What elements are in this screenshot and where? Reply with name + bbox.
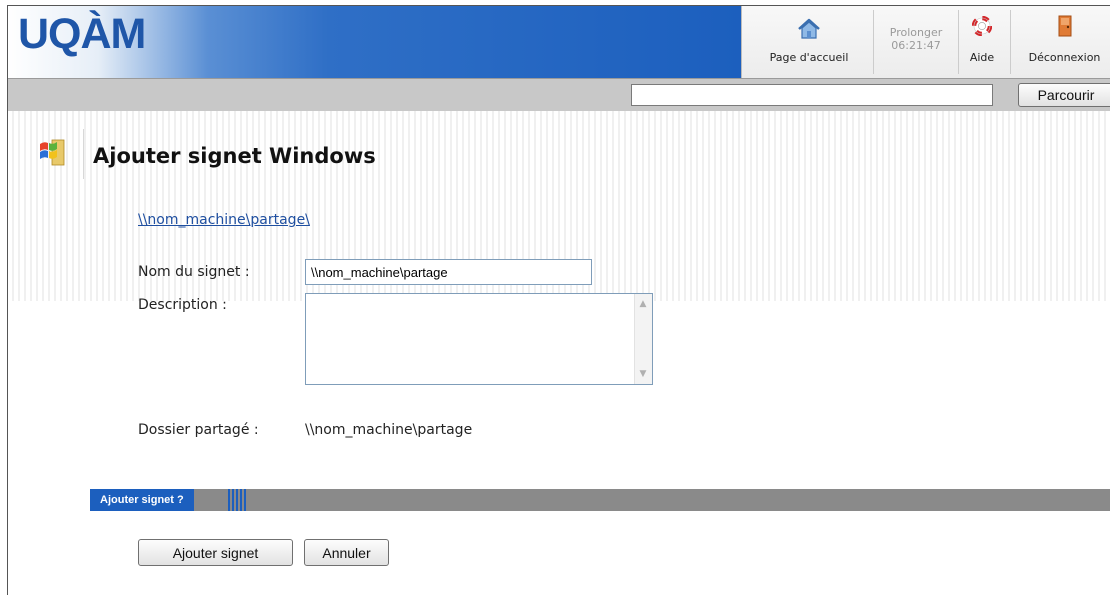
logout-button[interactable]: Déconnexion — [1017, 6, 1110, 78]
lifebuoy-icon — [972, 16, 992, 36]
app-frame: UQÀM Page d'accueil Prolonger 06:21:47 A… — [7, 5, 1110, 595]
header: UQÀM Page d'accueil Prolonger 06:21:47 A… — [8, 6, 1110, 78]
toolbar-divider — [958, 10, 959, 74]
toolbar-divider — [873, 10, 874, 74]
home-label: Page d'accueil — [769, 51, 849, 64]
bookmark-name-label: Nom du signet : — [138, 264, 250, 280]
description-label: Description : — [138, 297, 227, 313]
description-scrollbar[interactable]: ▲ ▼ — [634, 294, 652, 384]
url-input[interactable] — [631, 84, 993, 106]
extend-label: Prolonger — [889, 26, 943, 39]
help-button[interactable]: Aide — [960, 6, 1004, 78]
section-tab-decoration — [228, 489, 248, 511]
extend-session-button[interactable]: Prolonger 06:21:47 — [879, 6, 953, 78]
header-toolbar: Page d'accueil Prolonger 06:21:47 Aide D… — [741, 6, 1110, 78]
add-bookmark-button[interactable]: Ajouter signet — [138, 539, 293, 566]
windows-logo-icon — [40, 139, 65, 166]
address-bar: Parcourir — [8, 78, 1110, 111]
home-button[interactable]: Page d'accueil — [756, 6, 862, 78]
cancel-button[interactable]: Annuler — [304, 539, 389, 566]
description-textarea[interactable]: ▲ ▼ — [305, 293, 653, 385]
toolbar-divider — [1010, 10, 1011, 74]
session-timer: 06:21:47 — [891, 39, 941, 52]
shared-folder-value: \\nom_machine\partage — [305, 422, 473, 438]
help-label: Aide — [969, 51, 995, 64]
logout-label: Déconnexion — [1028, 51, 1101, 64]
header-banner: UQÀM — [8, 6, 741, 78]
section-tab: Ajouter signet ? — [90, 489, 194, 511]
browse-button[interactable]: Parcourir — [1018, 83, 1110, 107]
scroll-up-icon[interactable]: ▲ — [637, 297, 649, 311]
title-divider — [83, 129, 84, 179]
door-exit-icon — [1058, 15, 1071, 37]
section-header: Ajouter signet ? — [90, 489, 1110, 511]
share-path-link[interactable]: \\nom_machine\partage\ — [138, 212, 310, 228]
shared-folder-label: Dossier partagé : — [138, 422, 259, 438]
scroll-down-icon[interactable]: ▼ — [637, 367, 649, 381]
page-title: Ajouter signet Windows — [93, 144, 376, 168]
uqam-logo: UQÀM — [18, 10, 146, 58]
home-icon — [798, 18, 820, 39]
bookmark-name-input[interactable] — [305, 259, 592, 285]
